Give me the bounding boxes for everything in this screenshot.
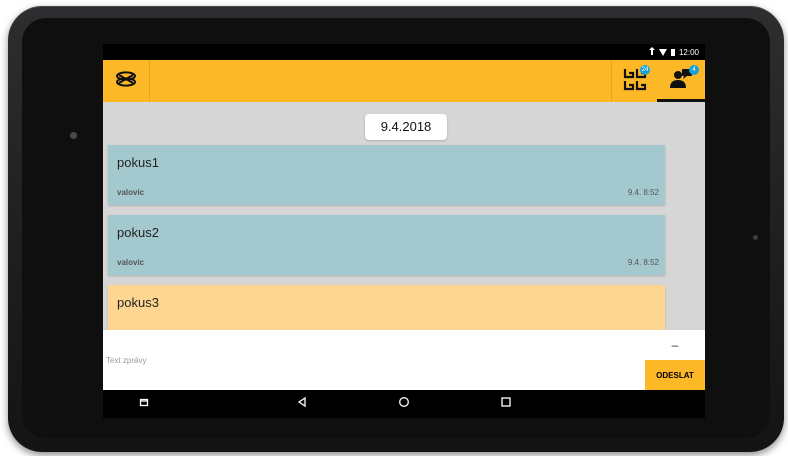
user-chat-badge: 4 xyxy=(689,65,699,75)
message-text: pokus2 xyxy=(117,225,159,240)
front-camera xyxy=(70,132,77,139)
back-button[interactable] xyxy=(294,396,310,412)
home-button[interactable] xyxy=(396,396,412,412)
message-text: pokus3 xyxy=(117,295,159,310)
status-bar: 12:00 xyxy=(103,44,705,60)
back-icon xyxy=(296,395,308,413)
status-icons: 12:00 xyxy=(648,47,699,57)
recents-small-icon xyxy=(139,395,149,413)
screen: 12:00 24 4 9.4.2018 pokus1 valovic 9.4. … xyxy=(103,44,705,418)
message-card[interactable]: pokus2 valovic 9.4. 8:52 xyxy=(108,215,665,275)
minus-button[interactable]: – xyxy=(645,330,705,360)
overview-icon xyxy=(500,395,512,413)
message-card[interactable]: pokus1 valovic 9.4. 8:52 xyxy=(108,145,665,205)
overview-button[interactable] xyxy=(498,396,514,412)
message-author: valovic xyxy=(117,258,145,267)
status-time: 12:00 xyxy=(678,47,699,57)
message-author: valovic xyxy=(117,188,145,197)
send-button[interactable]: ODESLAT xyxy=(645,360,705,390)
battery-icon xyxy=(670,48,675,56)
logo-icon xyxy=(115,70,137,92)
sensor-dot xyxy=(753,235,758,240)
message-time: 9.4. 8:52 xyxy=(627,258,659,267)
home-icon xyxy=(398,395,410,413)
signal-icon xyxy=(648,47,655,57)
date-separator: 9.4.2018 xyxy=(365,114,447,140)
message-input[interactable] xyxy=(103,330,643,390)
logo-button[interactable] xyxy=(103,60,150,102)
message-composer: – ODESLAT xyxy=(103,330,705,390)
wifi-icon xyxy=(658,48,667,56)
tab-user-chat[interactable]: 4 xyxy=(657,60,705,102)
message-time: 9.4. 8:52 xyxy=(627,188,659,197)
tab-groups[interactable]: 24 xyxy=(611,60,658,102)
app-bar: 24 4 xyxy=(103,60,705,102)
message-text: pokus1 xyxy=(117,155,159,170)
nav-bar xyxy=(103,390,705,418)
groups-badge: 24 xyxy=(640,65,650,75)
recents-small-button[interactable] xyxy=(136,396,152,412)
chat-area: 9.4.2018 pokus1 valovic 9.4. 8:52 pokus2… xyxy=(103,102,705,345)
